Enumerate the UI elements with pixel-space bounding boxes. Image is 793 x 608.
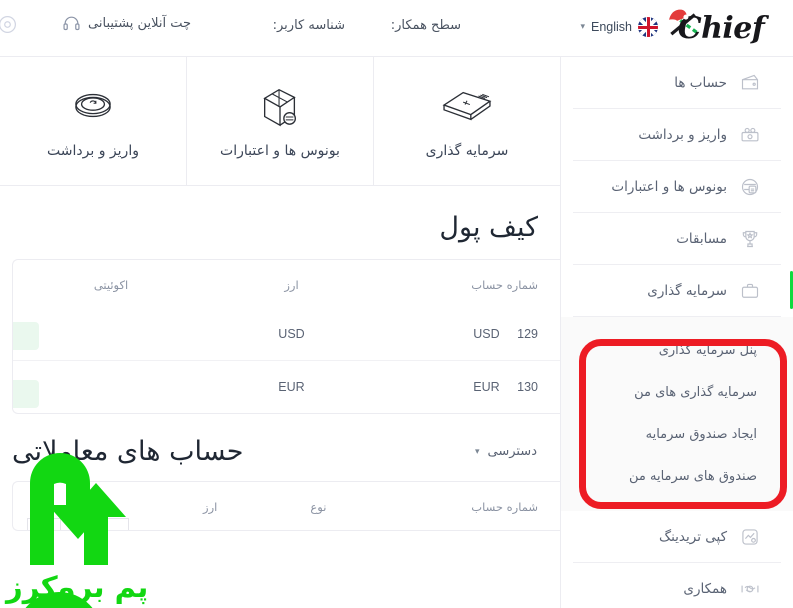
quick-card-investment[interactable]: سرمایه گذاری [373,57,560,185]
santa-hat-icon [667,9,689,23]
wallet-col-equity: اکوئیتی [93,278,129,292]
main-content: سرمایه گذاری بونوس ها و اعتبارات واریز و… [0,57,560,608]
sidebar-item-contests[interactable]: مسابقات [573,213,781,265]
language-label: English [591,20,632,34]
table-row[interactable]: EUR 130 EUR [13,360,560,414]
wallet-cell-account-0: USD 129 [374,308,560,361]
top-header: چت آنلاین پشتیبانی سطح همکار: شناسه کارب… [0,0,793,57]
submenu-item-my-investments[interactable]: سرمایه گذاری های من [561,371,793,413]
uk-flag-icon [638,17,658,37]
sidebar-label-accounts: حساب ها [674,74,727,91]
headset-icon [62,14,81,33]
wallet-cell-account-1: EUR 130 [374,361,560,414]
sidebar-item-copy-trading[interactable]: کپی تریدینگ [573,511,781,563]
trading-accounts-filter-label: دسترسی [487,444,537,459]
wallet-row-action-1[interactable] [13,380,39,408]
submenu-item-create-fund[interactable]: ایجاد صندوق سرمایه [561,413,793,455]
pagination-page-2[interactable] [61,518,95,530]
sidebar-label-partnership: همکاری [683,580,727,597]
wallet-cell-currency-1: EUR [278,380,305,394]
pagination-controls[interactable] [27,518,129,530]
quick-card-label-deposit-withdraw: واریز و برداشت [47,143,139,159]
sidebar-submenu-investment: پنل سرمایه گذاری سرمایه گذاری های من ایج… [561,317,793,511]
quick-card-bonus[interactable]: بونوس ها و اعتبارات [186,57,373,185]
partnership-icon [739,578,761,600]
support-chat-button[interactable]: چت آنلاین پشتیبانی [62,14,191,33]
pagination-page-1[interactable] [95,518,129,530]
sidebar-item-bonus[interactable]: بونوس ها و اعتبارات [573,161,781,213]
partner-level-label: سطح همکار: [390,18,461,33]
support-chat-label: چت آنلاین پشتیبانی [88,16,191,31]
wallet-col-account: شماره حساب [471,278,538,292]
wallet-col-currency: ارز [284,278,299,292]
gift-box-icon [255,83,305,129]
app-root: چت آنلاین پشتیبانی سطح همکار: شناسه کارب… [0,0,793,608]
submenu-label-my-investments: سرمایه گذاری های من [634,384,757,400]
submenu-item-investment-panel[interactable]: پنل سرمایه گذاری [561,329,793,371]
language-switcher[interactable]: ▾ English [580,17,658,37]
sidebar-label-bonus: بونوس ها و اعتبارات [611,178,727,195]
wallet-account-number-0: 129 [517,327,538,341]
quick-action-cards: سرمایه گذاری بونوس ها و اعتبارات واریز و… [0,57,560,186]
sidebar-label-copy-trading: کپی تریدینگ [658,528,727,545]
bonus-credit-icon [739,176,761,198]
sidebar-item-deposit-withdraw[interactable]: واریز و برداشت [573,109,781,161]
deposit-withdraw-icon [739,124,761,146]
quick-card-label-investment: سرمایه گذاری [425,143,509,159]
wallet-account-currency-0: USD [473,327,500,341]
user-id-label: شناسه کاربر: [272,18,345,33]
briefcase-icon [739,280,761,302]
sidebar-item-investment[interactable]: سرمایه گذاری [573,265,793,317]
trading-accounts-title: حساب های معاملاتی [12,436,244,467]
quick-card-label-bonus: بونوس ها و اعتبارات [220,143,340,159]
ta-col-currency: ارز [203,500,218,514]
brand-name: Chief [677,10,765,46]
wallet-cell-currency-0: USD [278,327,305,341]
brand-logo[interactable]: Chief [657,0,785,56]
info-circle-icon[interactable] [0,14,18,35]
sidebar-label-contests: مسابقات [676,230,727,247]
wallet-account-number-1: 130 [517,380,538,394]
wallet-cell-equity-0 [13,308,209,361]
submenu-label-investment-panel: پنل سرمایه گذاری [658,342,757,358]
submenu-label-my-funds: صندوق های سرمایه من [629,468,757,484]
table-row[interactable]: USD 129 USD [13,308,560,361]
sidebar-nav: حساب ها واریز و برداشت بونوس ها و اعتبار… [560,57,793,608]
pagination-page-3[interactable] [27,518,61,530]
copy-trading-icon [739,526,761,548]
sidebar-item-partnership[interactable]: همکاری [573,563,781,608]
wallet-table: شماره حساب ارز اکوئیتی USD 129 USD EUR 1… [13,260,560,413]
wallet-icon [739,72,761,94]
trading-accounts-table-card: شماره حساب نوع ارز لوریج [12,481,560,531]
wallet-title: کیف پول [439,212,538,243]
coin-exchange-icon [68,83,118,129]
wallet-table-card: شماره حساب ارز اکوئیتی USD 129 USD EUR 1… [12,259,560,414]
ta-col-account: شماره حساب [471,500,538,514]
trading-accounts-filter[interactable]: دسترسی ▾ [474,443,538,460]
chevron-down-icon: ▾ [580,22,585,32]
wallet-table-header-row: شماره حساب ارز اکوئیتی [13,260,560,308]
chevron-down-icon: ▾ [474,446,480,457]
sidebar-item-accounts[interactable]: حساب ها [573,57,781,109]
wallet-cell-equity-1 [13,361,209,414]
trophy-icon [739,228,761,250]
quick-card-deposit-withdraw[interactable]: واریز و برداشت [0,57,186,185]
wallet-account-currency-1: EUR [473,380,500,394]
investment-card-icon [438,83,496,129]
ta-col-type: نوع [310,500,327,514]
wallet-row-action-0[interactable] [13,322,39,350]
submenu-item-my-funds[interactable]: صندوق های سرمایه من [561,455,793,497]
submenu-label-create-fund: ایجاد صندوق سرمایه [645,426,757,442]
sidebar-label-investment: سرمایه گذاری [647,282,727,299]
trading-accounts-header: دسترسی ▾ حساب های معاملاتی [0,414,560,481]
sidebar-label-deposit-withdraw: واریز و برداشت [638,126,727,143]
